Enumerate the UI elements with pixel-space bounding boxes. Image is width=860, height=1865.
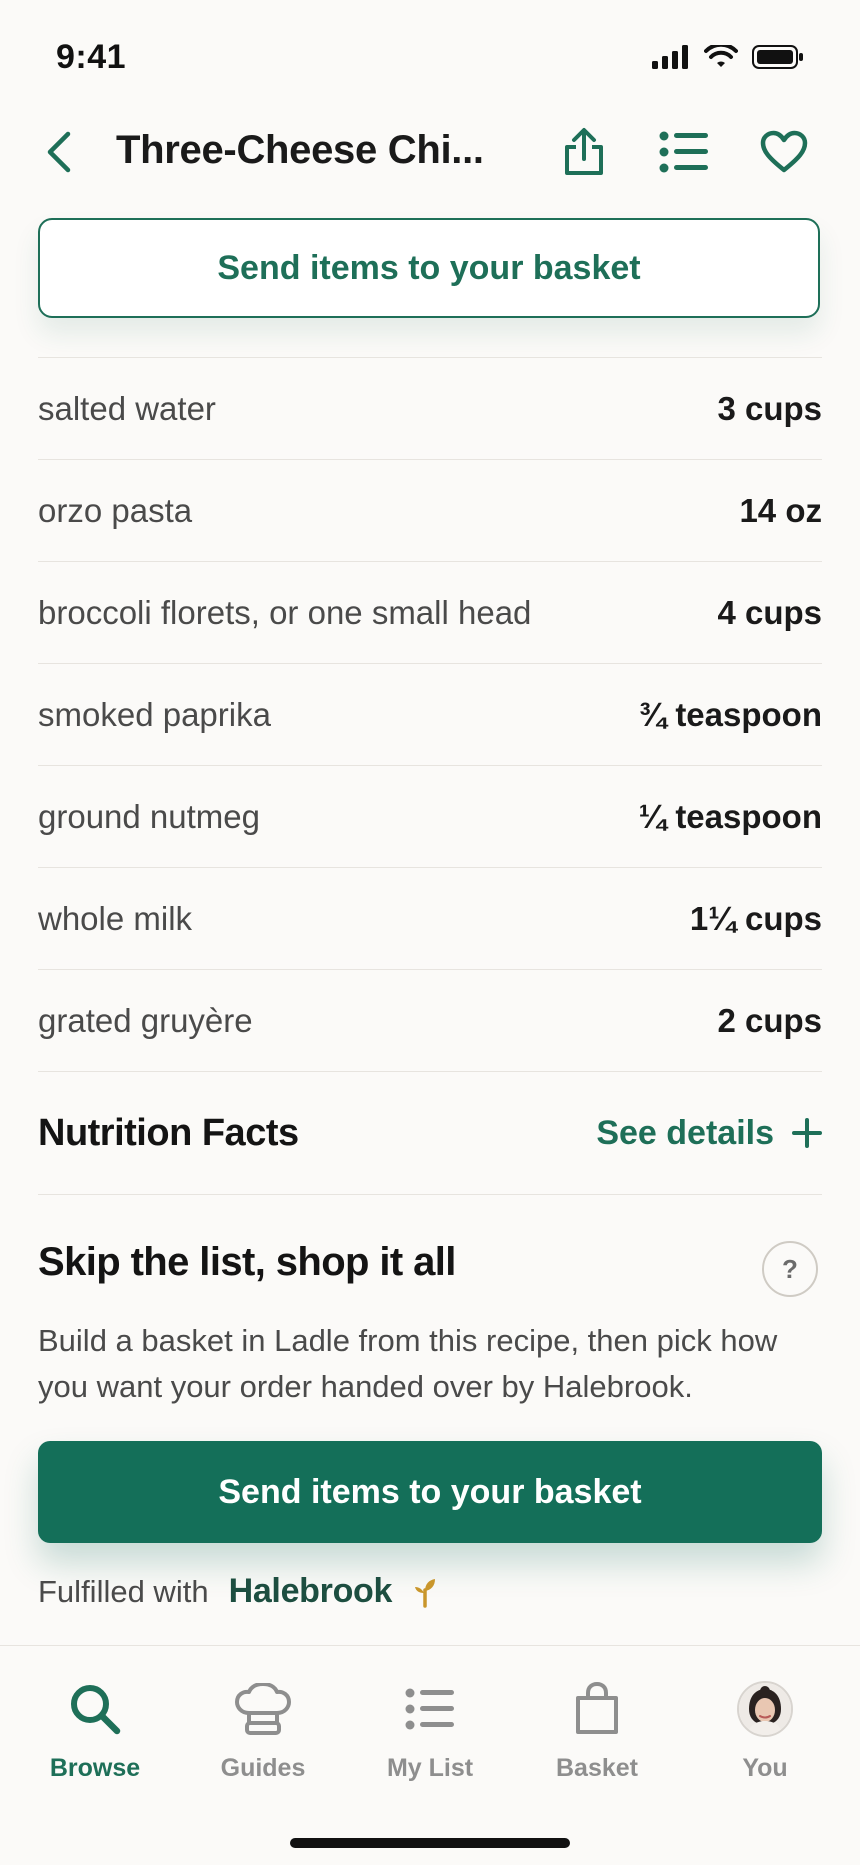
signal-icon [652, 45, 688, 69]
ingredient-row: ground nutmeg ¼ teaspoon [38, 765, 822, 867]
ingredient-amount: 4 cups [717, 593, 822, 631]
skip-list-description: Build a basket in Ladle from this recipe… [38, 1323, 778, 1404]
ingredient-row: broccoli florets, or one small head 4 cu… [38, 561, 822, 663]
back-button[interactable] [40, 130, 80, 174]
send-to-basket-button-top[interactable]: Send items to your basket [38, 218, 820, 318]
tab-bar: Browse Guides My List Basket You [0, 1645, 860, 1865]
fulfilled-by: Fulfilled with Halebrook [38, 1572, 438, 1611]
ingredient-row: grated gruyère 2 cups [38, 969, 822, 1071]
ingredient-name: whole milk [38, 899, 193, 937]
tab-label: Basket [556, 1754, 638, 1782]
status-icons [652, 44, 804, 70]
search-icon [71, 1685, 121, 1735]
list-button[interactable] [656, 124, 712, 180]
back-icon [47, 131, 71, 173]
ingredient-amount: ¼ teaspoon [638, 797, 822, 835]
ingredient-amount: 14 oz [739, 491, 822, 529]
ingredient-name: grated gruyère [38, 1001, 253, 1039]
nutrition-facts-row: Nutrition Facts See details [38, 1071, 822, 1195]
page-title: Three-Cheese Chi... [116, 128, 484, 172]
ingredient-amount: 2 cups [717, 1001, 822, 1039]
nav-bar: Three-Cheese Chi... [0, 110, 860, 194]
share-button[interactable] [556, 124, 612, 180]
bag-icon [576, 1682, 618, 1734]
tab-guides[interactable]: Guides [188, 1676, 338, 1783]
help-button[interactable]: ? [762, 1241, 818, 1297]
ingredient-row: smoked paprika ¾ teaspoon [38, 663, 822, 765]
ingredient-name: smoked paprika [38, 695, 271, 733]
tab-basket[interactable]: Basket [522, 1676, 672, 1783]
ingredient-name: ground nutmeg [38, 797, 260, 835]
chef-hat-icon [235, 1683, 291, 1735]
send-to-basket-button[interactable]: Send items to your basket [38, 1441, 822, 1543]
tab-label: Browse [49, 1754, 141, 1782]
tab-label: Guides [220, 1754, 306, 1782]
wifi-icon [704, 45, 738, 67]
ingredient-name: orzo pasta [38, 491, 193, 529]
skip-list-title: Skip the list, shop it all [38, 1240, 456, 1284]
ingredient-name: salted water [38, 389, 216, 427]
favorite-button[interactable] [756, 124, 812, 180]
profile-photo [739, 1683, 791, 1735]
ingredient-amount: 1¼ cups [689, 899, 822, 937]
home-indicator[interactable] [290, 1838, 570, 1848]
tab-label: You [742, 1754, 788, 1782]
ingredient-row: salted water 3 cups [38, 357, 822, 459]
nutrition-title: Nutrition Facts [38, 1111, 299, 1154]
avatar [737, 1681, 793, 1737]
fulfilled-label: Fulfilled with [38, 1573, 209, 1609]
tab-you[interactable]: You [690, 1676, 840, 1783]
tab-browse[interactable]: Browse [20, 1676, 170, 1783]
see-details-link[interactable]: See details [596, 1114, 822, 1153]
status-time: 9:41 [56, 38, 127, 76]
plus-icon [792, 1118, 822, 1148]
ingredient-row: whole milk 1¼ cups [38, 867, 822, 969]
heart-icon [760, 130, 808, 173]
see-details-label: See details [596, 1113, 774, 1152]
brand-logo: Halebrook [228, 1572, 393, 1610]
list-icon [405, 1688, 454, 1730]
tab-label: My List [386, 1754, 474, 1782]
share-icon [565, 128, 603, 175]
ingredient-amount: 3 cups [717, 389, 822, 427]
sprout-icon [415, 1578, 436, 1608]
ingredient-list: salted water 3 cups orzo pasta 14 oz bro… [38, 357, 822, 1071]
list-icon [659, 131, 708, 173]
ingredient-amount: ¾ teaspoon [638, 695, 822, 733]
ingredient-name: broccoli florets, or one small head [38, 593, 532, 631]
battery-icon [752, 45, 803, 69]
tab-my-list[interactable]: My List [355, 1676, 505, 1783]
ingredient-row: orzo pasta 14 oz [38, 459, 822, 561]
